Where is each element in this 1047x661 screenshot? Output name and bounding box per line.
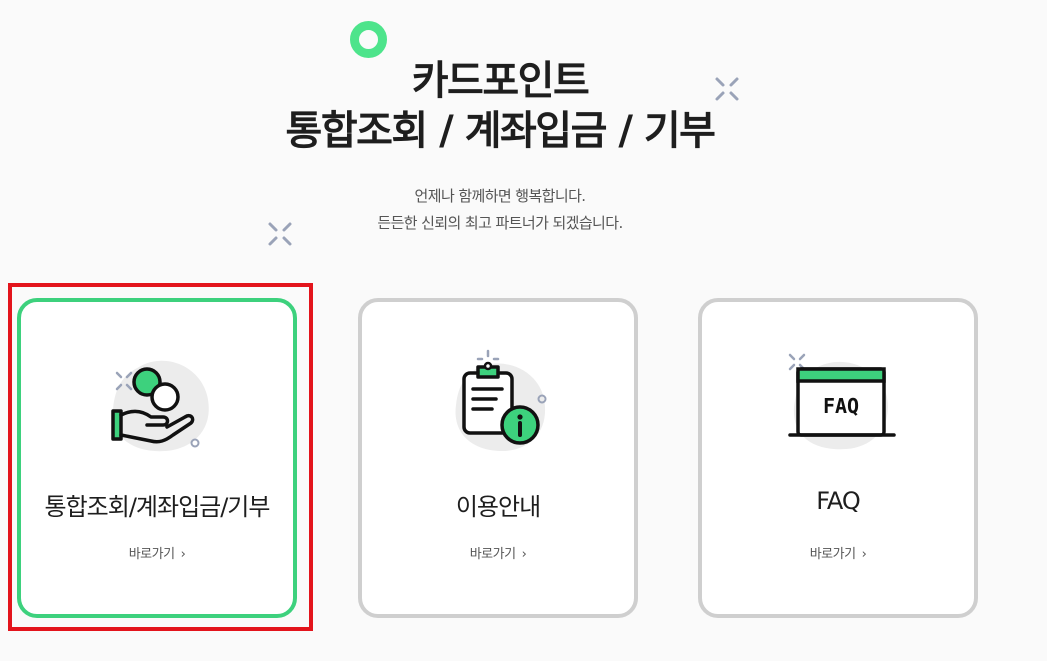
card-link-label: 바로가기 xyxy=(128,547,175,562)
clipboard-info-icon xyxy=(440,347,564,459)
green-ring-decoration xyxy=(350,21,387,58)
card-title: 통합조회/계좌입금/기부 xyxy=(44,493,271,521)
page-title: 카드포인트 통합조회 / 계좌입금 / 기부 xyxy=(0,56,1000,156)
faq-board-label: FAQ xyxy=(823,394,859,418)
page-subtitle: 언제나 함께하면 행복합니다. 든든한 신뢰의 최고 파트너가 되겠습니다. xyxy=(0,183,1000,237)
card-usage-guide[interactable]: 이용안내 바로가기 › xyxy=(358,298,638,618)
page-subtitle-line-1: 언제나 함께하면 행복합니다. xyxy=(414,187,587,205)
chevron-right-icon: › xyxy=(861,547,867,562)
page-title-line-1: 카드포인트 xyxy=(411,58,590,104)
page: 카드포인트 통합조회 / 계좌입금 / 기부 언제나 함께하면 행복합니다. 든… xyxy=(0,0,1047,661)
hand-coins-icon xyxy=(99,347,223,459)
faq-board-icon: FAQ xyxy=(780,347,904,459)
page-title-line-2: 통합조회 / 계좌입금 / 기부 xyxy=(285,108,716,154)
card-title: 이용안내 xyxy=(455,493,541,521)
chevron-right-icon: › xyxy=(521,547,527,562)
card-title: FAQ xyxy=(816,487,861,515)
card-points-inquiry[interactable]: 통합조회/계좌입금/기부 바로가기 › xyxy=(17,298,297,618)
card-link[interactable]: 바로가기 › xyxy=(21,543,293,562)
page-subtitle-line-2: 든든한 신뢰의 최고 파트너가 되겠습니다. xyxy=(377,214,623,232)
card-link[interactable]: 바로가기 › xyxy=(702,543,974,562)
card-link-label: 바로가기 xyxy=(809,547,856,562)
card-link-label: 바로가기 xyxy=(469,547,516,562)
chevron-right-icon: › xyxy=(180,547,186,562)
card-link[interactable]: 바로가기 › xyxy=(362,543,634,562)
card-faq[interactable]: FAQ FAQ 바로가기 › xyxy=(698,298,978,618)
